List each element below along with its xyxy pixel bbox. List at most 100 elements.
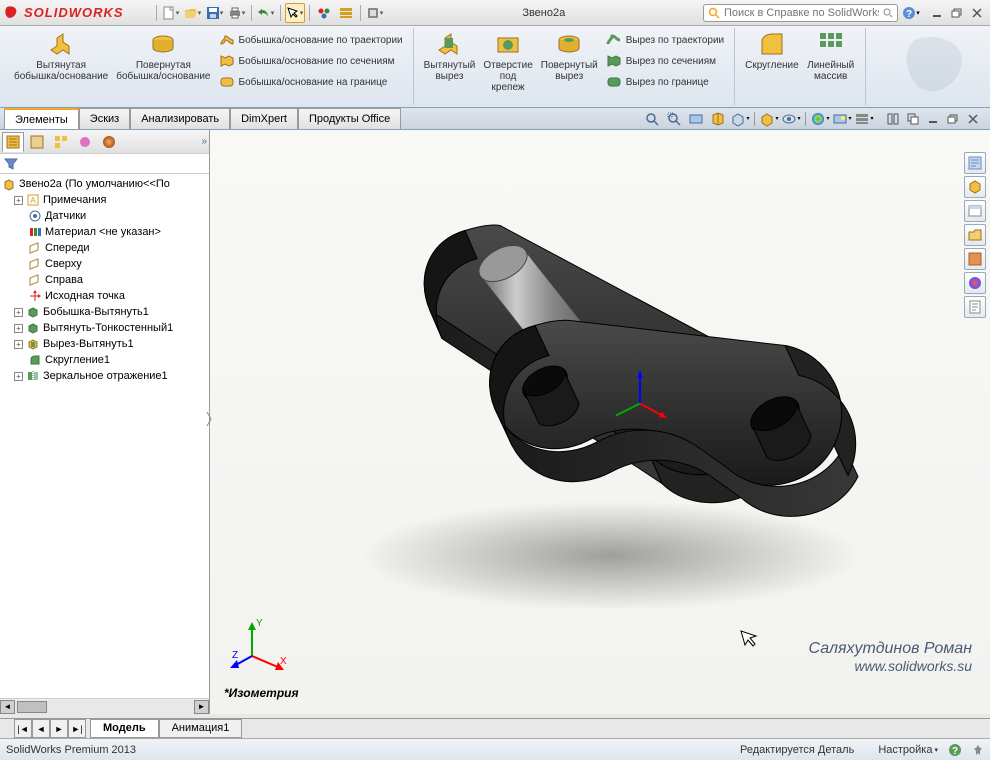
doc-window-cascade-button[interactable]	[904, 111, 922, 127]
swept-cut-button[interactable]: Вырез по траектории	[602, 30, 728, 50]
tree-feature-3[interactable]: +Вырез-Вытянуть1	[2, 336, 207, 352]
tree-top-plane[interactable]: Сверху	[2, 256, 207, 272]
panel-split-handle[interactable]	[205, 410, 213, 428]
help-dropdown-button[interactable]: ?▾	[902, 5, 920, 21]
expand-toggle-icon[interactable]: +	[14, 372, 23, 381]
hide-show-button[interactable]: ▾	[781, 110, 801, 128]
doc-restore-button[interactable]	[944, 111, 962, 127]
tab-sketch[interactable]: Эскиз	[79, 108, 130, 129]
tree-panel-expand-button[interactable]: »	[201, 136, 207, 147]
expand-toggle-icon[interactable]: +	[14, 340, 23, 349]
edit-appearance-button[interactable]: ▾	[810, 110, 830, 128]
btab-model[interactable]: Модель	[90, 719, 159, 738]
feature-tree[interactable]: Звено2а (По умолчанию<<По +AПримечанияДа…	[0, 174, 209, 698]
rebuild-button[interactable]	[314, 3, 334, 23]
open-button[interactable]: ▾	[183, 3, 203, 23]
minimize-button[interactable]	[928, 5, 946, 21]
graphics-viewport[interactable]: Y X Z Изометрия Саляхутдинов Роман www.s…	[210, 130, 990, 714]
tab-office[interactable]: Продукты Office	[298, 108, 401, 129]
tree-sensors[interactable]: Датчики	[2, 208, 207, 224]
apply-scene-button[interactable]: ▾	[832, 110, 852, 128]
revolve-cut-button[interactable]: Повернутый вырез	[537, 28, 602, 95]
tree-material[interactable]: Материал <не указан>	[2, 224, 207, 240]
tree-root[interactable]: Звено2а (По умолчанию<<По	[2, 176, 207, 192]
view-orientation-button[interactable]: ▾	[730, 110, 750, 128]
tree-feature-2[interactable]: +Вытянуть-Тонкостенный1	[2, 320, 207, 336]
view-palette-button[interactable]	[964, 224, 986, 246]
expand-toggle-icon[interactable]: +	[14, 324, 23, 333]
boundary-cut-button[interactable]: Вырез по границе	[602, 72, 728, 92]
doc-close-button[interactable]	[964, 111, 982, 127]
custom-properties-button[interactable]	[964, 272, 986, 294]
tab-features[interactable]: Элементы	[4, 108, 79, 129]
expand-toggle-icon[interactable]: +	[14, 196, 23, 205]
search-go-icon[interactable]	[883, 8, 893, 18]
linear-pattern-button[interactable]: Линейный массив	[803, 28, 859, 84]
tree-origin[interactable]: Исходная точка	[2, 288, 207, 304]
tree-horizontal-scrollbar[interactable]: ◄ ►	[0, 698, 209, 714]
tree-feature-5[interactable]: +Зеркальное отражение1	[2, 368, 207, 384]
pin-icon[interactable]	[972, 744, 984, 756]
tab-nav-last-button[interactable]: ►|	[68, 719, 86, 738]
btab-animation[interactable]: Анимация1	[159, 719, 243, 738]
previous-view-button[interactable]	[686, 110, 706, 128]
tab-dimxpert[interactable]: DimXpert	[230, 108, 298, 129]
revolve-boss-button[interactable]: Повернутая бобышка/основание	[112, 28, 214, 94]
new-button[interactable]: ▾	[161, 3, 181, 23]
save-button[interactable]: ▾	[205, 3, 225, 23]
print-button[interactable]: ▾	[227, 3, 247, 23]
scroll-left-button[interactable]: ◄	[0, 700, 15, 714]
status-customize-label[interactable]: Настройка	[878, 744, 932, 756]
loft-boss-button[interactable]: Бобышка/основание по сечениям	[215, 51, 407, 71]
tree-right-plane[interactable]: Справа	[2, 272, 207, 288]
boundary-boss-button[interactable]: Бобышка/основание на границе	[215, 72, 407, 92]
tree-filter-bar[interactable]	[0, 154, 209, 174]
view-triad[interactable]: Y X Z	[230, 614, 290, 674]
close-button[interactable]	[968, 5, 986, 21]
feature-manager-tab[interactable]	[2, 132, 24, 152]
zoom-fit-button[interactable]	[642, 110, 662, 128]
tab-analyze[interactable]: Анализировать	[130, 108, 230, 129]
hole-wizard-button[interactable]: Отверстие под крепеж	[479, 28, 536, 95]
tree-front-plane[interactable]: Спереди	[2, 240, 207, 256]
design-library-button[interactable]	[964, 176, 986, 198]
zoom-area-button[interactable]	[664, 110, 684, 128]
help-search[interactable]	[703, 4, 898, 22]
extrude-boss-button[interactable]: Вытянутая бобышка/основание	[10, 28, 112, 94]
view-settings-button[interactable]: ▾	[854, 110, 874, 128]
fillet-button[interactable]: Скругление	[741, 28, 803, 84]
status-help-icon[interactable]: ?	[948, 743, 962, 757]
tree-feature-4[interactable]: Скругление1	[2, 352, 207, 368]
display-manager-tab[interactable]	[98, 132, 120, 152]
display-style-button[interactable]: ▾	[759, 110, 779, 128]
undo-button[interactable]: ▾	[256, 3, 276, 23]
sw-resources-button[interactable]	[964, 152, 986, 174]
extrude-cut-button[interactable]: Вытянутый вырез	[420, 28, 480, 95]
property-manager-tab[interactable]	[26, 132, 48, 152]
dimxpert-manager-tab[interactable]	[74, 132, 96, 152]
feature-tree-panel: » Звено2а (По умолчанию<<По +AПримечания…	[0, 130, 210, 714]
doc-minimize-button[interactable]	[924, 111, 942, 127]
tree-annotations[interactable]: +AПримечания	[2, 192, 207, 208]
part-3d-model[interactable]	[320, 186, 880, 616]
settings-button[interactable]: ▾	[365, 3, 385, 23]
search-input[interactable]	[724, 7, 879, 19]
tab-nav-prev-button[interactable]: ◄	[32, 719, 50, 738]
configuration-manager-tab[interactable]	[50, 132, 72, 152]
tab-nav-first-button[interactable]: |◄	[14, 719, 32, 738]
tab-nav-next-button[interactable]: ►	[50, 719, 68, 738]
expand-toggle-icon[interactable]: +	[14, 308, 23, 317]
file-explorer-button[interactable]	[964, 200, 986, 222]
scrollbar-thumb[interactable]	[17, 701, 47, 713]
restore-button[interactable]	[948, 5, 966, 21]
forum-button[interactable]	[964, 296, 986, 318]
scroll-right-button[interactable]: ►	[194, 700, 209, 714]
tree-feature-1[interactable]: +Бобышка-Вытянуть1	[2, 304, 207, 320]
appearances-button[interactable]	[964, 248, 986, 270]
section-view-button[interactable]	[708, 110, 728, 128]
loft-cut-button[interactable]: Вырез по сечениям	[602, 51, 728, 71]
options-button[interactable]	[336, 3, 356, 23]
select-button[interactable]: ▾	[285, 3, 305, 23]
swept-boss-button[interactable]: Бобышка/основание по траектории	[215, 30, 407, 50]
doc-window-tile-button[interactable]	[884, 111, 902, 127]
